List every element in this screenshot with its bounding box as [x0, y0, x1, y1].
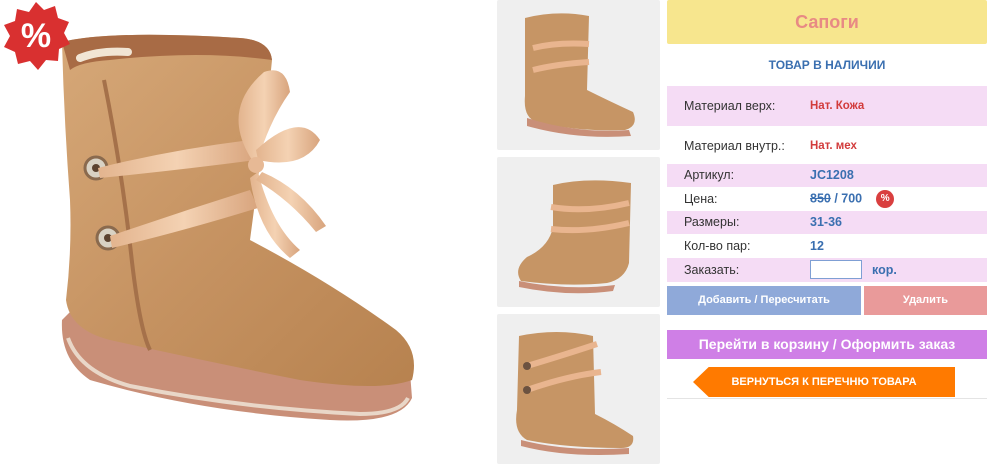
add-recalculate-button[interactable]: Добавить / Пересчитать	[667, 286, 861, 315]
product-info-panel: Сапоги ТОВАР В НАЛИЧИИ Материал верх: На…	[667, 0, 994, 472]
spec-label: Размеры:	[684, 215, 740, 229]
price-separator: /	[830, 191, 842, 206]
boot-illustration	[61, 34, 414, 421]
price-value: 850 / 700%	[810, 190, 895, 208]
spec-row-order: Заказать: кор.	[667, 258, 987, 282]
back-button-wrapper: ВЕРНУТЬСЯ К ПЕРЕЧНЮ ТОВАРА	[693, 367, 955, 397]
spec-row-material-top: Материал верх: Нат. Кожа	[667, 86, 987, 126]
product-title: Сапоги	[667, 0, 987, 44]
spec-value: 31-36	[810, 215, 842, 229]
spec-label: Материал верх:	[684, 99, 776, 113]
spec-value: Нат. мех	[810, 140, 857, 152]
spec-label: Заказать:	[684, 263, 740, 277]
go-to-cart-button[interactable]: Перейти в корзину / Оформить заказ	[667, 330, 987, 359]
spec-value: 12	[810, 239, 824, 253]
spec-value: JC1208	[810, 168, 854, 182]
spec-label: Артикул:	[684, 168, 735, 182]
sale-badge-text: %	[21, 17, 51, 55]
stock-status: ТОВАР В НАЛИЧИИ	[768, 58, 886, 72]
spec-label: Цена:	[684, 192, 718, 206]
thumbnail-1[interactable]	[497, 0, 660, 150]
spec-label: Материал внутр.:	[684, 139, 785, 153]
delete-button[interactable]: Удалить	[864, 286, 987, 315]
price-new: 700	[841, 191, 863, 206]
sale-badge: %	[4, 2, 70, 70]
spec-value: Нат. Кожа	[810, 100, 865, 112]
thumbnail-boot-icon	[516, 332, 634, 455]
thumbnail-boot-icon	[524, 13, 635, 137]
spec-row-sizes: Размеры: 31-36	[667, 211, 987, 234]
thumbnail-3[interactable]	[497, 314, 660, 464]
spec-row-material-inner: Материал внутр.: Нат. мех	[667, 126, 987, 164]
spec-row-sku: Артикул: JC1208	[667, 164, 987, 187]
spec-row-pairs: Кол-во пар: 12	[667, 234, 987, 258]
thumbnail-2[interactable]	[497, 157, 660, 307]
back-to-list-button[interactable]: ВЕРНУТЬСЯ К ПЕРЕЧНЮ ТОВАРА	[693, 367, 955, 397]
divider	[667, 398, 987, 399]
discount-badge-icon: %	[876, 190, 895, 208]
order-quantity-input[interactable]	[810, 260, 862, 279]
spec-label: Кол-во пар:	[684, 239, 751, 253]
thumbnail-boot-icon	[518, 180, 631, 294]
spec-row-price: Цена: 850 / 700%	[667, 187, 987, 211]
price-old: 850	[810, 191, 831, 206]
order-unit: кор.	[872, 263, 897, 277]
main-product-image[interactable]: %	[0, 0, 490, 468]
